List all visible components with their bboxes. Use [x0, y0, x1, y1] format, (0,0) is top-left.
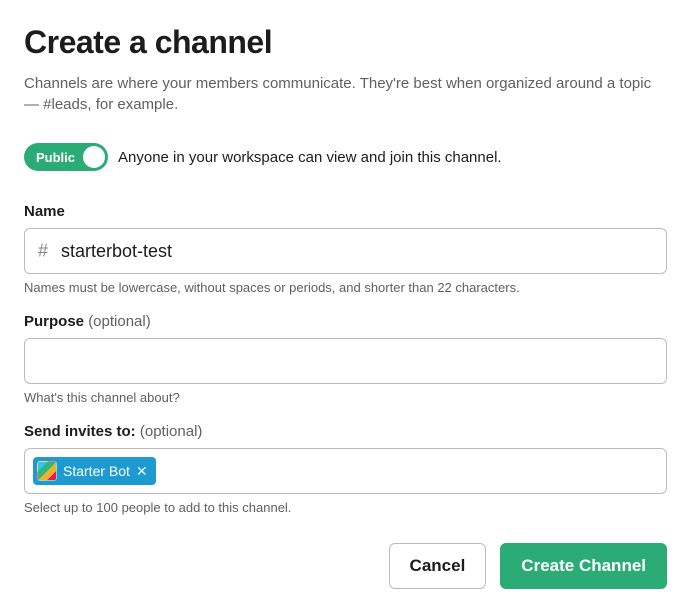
- invites-field: Send invites to: (optional) Starter Bot …: [24, 423, 667, 515]
- purpose-optional: (optional): [88, 313, 151, 330]
- actions-row: Cancel Create Channel: [24, 543, 667, 589]
- page-description: Channels are where your members communic…: [24, 73, 667, 115]
- purpose-help: What's this channel about?: [24, 390, 667, 405]
- purpose-label: Purpose (optional): [24, 313, 667, 330]
- cancel-button[interactable]: Cancel: [389, 543, 487, 589]
- name-field: Name # Names must be lowercase, without …: [24, 203, 667, 295]
- toggle-knob: [83, 146, 105, 168]
- name-help: Names must be lowercase, without spaces …: [24, 280, 667, 295]
- purpose-field: Purpose (optional) What's this channel a…: [24, 313, 667, 405]
- invites-optional: (optional): [140, 423, 203, 440]
- invites-input[interactable]: Starter Bot ✕: [24, 448, 667, 494]
- hash-icon: #: [38, 241, 48, 262]
- name-input-wrap: #: [24, 228, 667, 274]
- avatar: [37, 461, 57, 481]
- visibility-description: Anyone in your workspace can view and jo…: [118, 149, 502, 166]
- invites-label-text: Send invites to:: [24, 423, 136, 440]
- create-channel-button[interactable]: Create Channel: [500, 543, 667, 589]
- visibility-toggle[interactable]: Public: [24, 143, 108, 171]
- toggle-label: Public: [36, 150, 75, 165]
- invite-pill[interactable]: Starter Bot ✕: [33, 457, 156, 485]
- pill-name: Starter Bot: [63, 463, 130, 479]
- page-title: Create a channel: [24, 24, 667, 61]
- purpose-label-text: Purpose: [24, 313, 84, 330]
- purpose-input[interactable]: [24, 338, 667, 384]
- invites-help: Select up to 100 people to add to this c…: [24, 500, 667, 515]
- name-label: Name: [24, 203, 667, 220]
- close-icon[interactable]: ✕: [136, 464, 148, 478]
- invites-label: Send invites to: (optional): [24, 423, 667, 440]
- visibility-row: Public Anyone in your workspace can view…: [24, 143, 667, 171]
- name-input[interactable]: [24, 228, 667, 274]
